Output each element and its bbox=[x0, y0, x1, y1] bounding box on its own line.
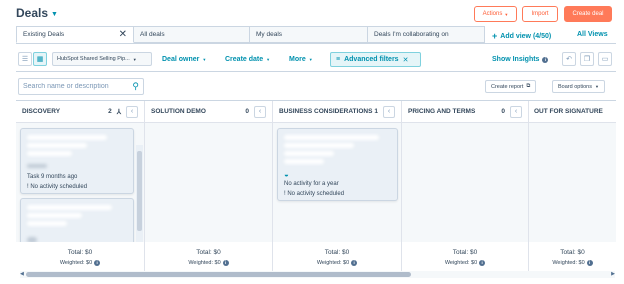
scroll-right-icon[interactable]: ▶ bbox=[611, 271, 615, 277]
pipeline-select[interactable]: HubSpot Shared Selling Pip... ▼ bbox=[52, 52, 152, 66]
column-header: DISCOVERY 2 ⅄ ‹ bbox=[16, 101, 144, 123]
deal-card[interactable]: ◒ No activity for a year ! No activity s… bbox=[277, 128, 398, 201]
caret-down-icon: ▼ bbox=[504, 11, 509, 17]
column-footer: Total: $0 Weighted: $0 i bbox=[273, 242, 401, 271]
caret-down-icon: ▼ bbox=[594, 84, 599, 89]
deal-card[interactable]: Task 9 months ago ! No activity schedule… bbox=[20, 128, 134, 194]
actions-button[interactable]: Actions ▼ bbox=[474, 6, 517, 22]
tab-deals-collaborating[interactable]: Deals I'm collaborating on bbox=[368, 26, 485, 43]
task-label: Task 9 months ago bbox=[27, 174, 78, 180]
list-view-icon[interactable]: ☰ bbox=[18, 52, 32, 66]
column-body: Task 9 months ago ! No activity schedule… bbox=[16, 123, 144, 264]
create-report-button[interactable]: Create report ⧉ bbox=[485, 80, 537, 93]
search-input[interactable] bbox=[23, 83, 123, 90]
scroll-thumb[interactable] bbox=[26, 272, 411, 277]
tabs-divider bbox=[16, 43, 616, 44]
column-body: ◒ No activity for a year ! No activity s… bbox=[273, 123, 401, 242]
collapse-column-button[interactable]: ‹ bbox=[126, 105, 138, 118]
column-header: PRICING AND TERMS 0 ‹ bbox=[402, 101, 528, 123]
info-icon: i bbox=[542, 56, 549, 63]
import-button[interactable]: Import bbox=[522, 6, 558, 22]
caret-down-icon: ▼ bbox=[132, 56, 137, 62]
close-icon[interactable]: ✕ bbox=[119, 29, 127, 40]
advanced-filters-button[interactable]: ≡ Advanced filters ✕ bbox=[330, 52, 421, 67]
all-views-link[interactable]: All Views bbox=[577, 31, 608, 38]
caret-down-icon: ▼ bbox=[202, 57, 207, 62]
deal-card[interactable] bbox=[20, 198, 134, 248]
caret-down-icon: ▼ bbox=[266, 57, 271, 62]
external-link-icon: ⧉ bbox=[526, 83, 531, 89]
board-column-business-considerations: BUSINESS CONSIDERATIONS 1 ‹ ◒ No activit… bbox=[273, 101, 402, 271]
board-options-button[interactable]: Board options ▼ bbox=[552, 80, 605, 93]
column-header: OUT FOR SIGNATURE bbox=[529, 101, 616, 123]
undo-icon[interactable]: ↶ bbox=[562, 52, 576, 66]
chevron-down-icon: ▼ bbox=[51, 10, 58, 18]
info-icon[interactable]: i bbox=[351, 260, 358, 266]
collapse-column-button[interactable]: ‹ bbox=[510, 105, 522, 118]
exclamation-icon: ! bbox=[284, 191, 286, 197]
copy-icon[interactable]: ❐ bbox=[580, 52, 594, 66]
column-footer: Total: $0 Weighted: $0 i bbox=[145, 242, 272, 271]
info-icon[interactable]: i bbox=[479, 260, 486, 266]
column-footer: Total: $0 Weighted: $0 i bbox=[402, 242, 528, 271]
column-footer: Total: $0 Weighted: $0 i bbox=[16, 242, 144, 271]
board-column-out-for-signature: OUT FOR SIGNATURE Total: $0 Weighted: $0… bbox=[529, 101, 616, 271]
info-icon[interactable]: i bbox=[586, 260, 593, 266]
more-filter[interactable]: More ▼ bbox=[289, 56, 313, 63]
collapse-column-button[interactable]: ‹ bbox=[254, 105, 266, 118]
board-view-icon[interactable]: ▦ bbox=[33, 52, 47, 66]
show-insights-link[interactable]: Show Insights i bbox=[492, 56, 549, 63]
save-icon[interactable]: ▭ bbox=[598, 52, 612, 66]
view-tabs: Existing Deals ✕ All deals My deals Deal… bbox=[16, 26, 485, 43]
tab-all-deals[interactable]: All deals bbox=[134, 26, 250, 43]
column-footer: Total: $0 Weighted: $0 i bbox=[529, 242, 616, 271]
close-icon[interactable]: ✕ bbox=[403, 56, 409, 64]
column-body bbox=[529, 123, 616, 242]
board-column-pricing-and-terms: PRICING AND TERMS 0 ‹ Total: $0 Weighted… bbox=[402, 101, 529, 271]
deal-avatar-icon: ◒ bbox=[284, 170, 289, 179]
pipeline-board: DISCOVERY 2 ⅄ ‹ Task 9 months ago ! No a… bbox=[16, 100, 616, 271]
activity-label: ! No activity scheduled bbox=[27, 184, 88, 190]
board-column-discovery: DISCOVERY 2 ⅄ ‹ Task 9 months ago ! No a… bbox=[16, 101, 145, 271]
deal-owner-filter[interactable]: Deal owner ▼ bbox=[162, 56, 206, 63]
add-view-link[interactable]: + Add view (4/50) bbox=[492, 31, 551, 41]
exclamation-icon: ! bbox=[27, 184, 29, 190]
column-header: SOLUTION DEMO 0 ‹ bbox=[145, 101, 272, 123]
create-date-filter[interactable]: Create date ▼ bbox=[225, 56, 270, 63]
tab-my-deals[interactable]: My deals bbox=[250, 26, 368, 43]
tab-existing-deals[interactable]: Existing Deals ✕ bbox=[16, 26, 134, 43]
scroll-left-icon[interactable]: ◀ bbox=[20, 271, 24, 277]
caret-down-icon: ▼ bbox=[308, 57, 313, 62]
filter-divider bbox=[16, 71, 616, 72]
create-deal-button[interactable]: Create deal bbox=[564, 6, 612, 22]
plus-icon: + bbox=[492, 31, 498, 41]
column-body bbox=[402, 123, 528, 242]
info-icon[interactable]: i bbox=[222, 260, 229, 266]
search-icon[interactable]: ⚲ bbox=[132, 81, 139, 92]
search-box[interactable]: ⚲ bbox=[18, 78, 144, 95]
sort-icon[interactable]: ⅄ bbox=[117, 108, 121, 116]
filter-icon: ≡ bbox=[336, 56, 341, 63]
column-header: BUSINESS CONSIDERATIONS 1 ‹ bbox=[273, 101, 401, 123]
collapse-column-button[interactable]: ‹ bbox=[383, 105, 395, 118]
scroll-thumb[interactable] bbox=[137, 151, 142, 231]
board-column-solution-demo: SOLUTION DEMO 0 ‹ Total: $0 Weighted: $0… bbox=[145, 101, 273, 271]
info-icon[interactable]: i bbox=[94, 260, 101, 266]
horizontal-scrollbar[interactable]: ◀ ▶ bbox=[20, 271, 615, 278]
status-label: No activity for a year bbox=[284, 181, 339, 187]
activity-label: ! No activity scheduled bbox=[284, 191, 345, 197]
column-body bbox=[145, 123, 272, 242]
page-title[interactable]: Deals ▼ bbox=[16, 6, 58, 20]
